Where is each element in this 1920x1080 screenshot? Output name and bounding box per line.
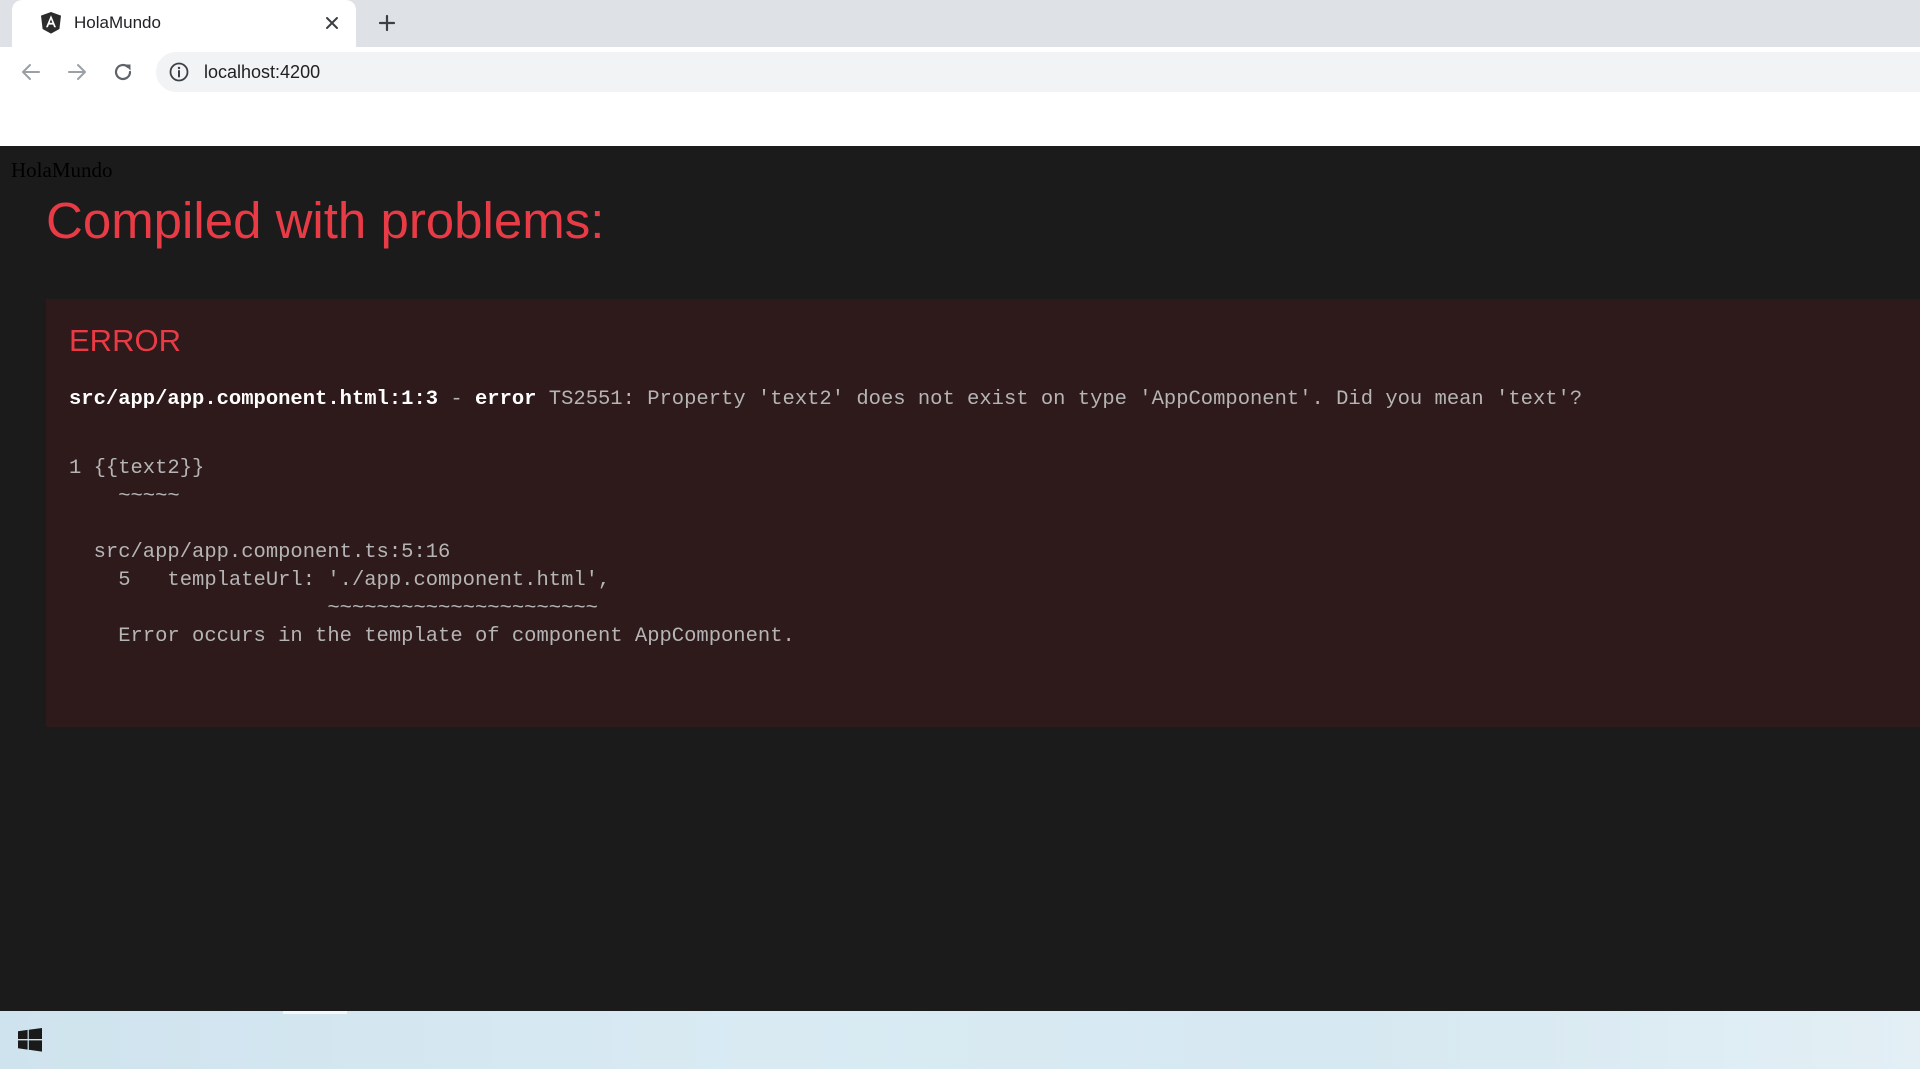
error-separator: - <box>438 388 475 411</box>
app-text: HolaMundo <box>11 158 113 182</box>
close-icon[interactable] <box>320 11 344 35</box>
info-icon[interactable] <box>168 61 190 83</box>
browser-tab[interactable]: HolaMundo <box>12 0 356 47</box>
error-message: src/app/app.component.html:1:3 - error T… <box>69 388 1582 412</box>
code-line: 1 {{text2}} <box>69 457 205 480</box>
error-box: ERROR src/app/app.component.html:1:3 - e… <box>46 299 1920 727</box>
overlay-title: Compiled with problems: <box>46 192 605 249</box>
chrome-spacer <box>0 97 1920 146</box>
error-file-location: src/app/app.component.html:1:3 <box>69 388 439 411</box>
code-line: 5 templateUrl: './app.component.html', <box>69 569 611 592</box>
error-overlay: HolaMundo Compiled with problems: ERROR … <box>0 146 1920 1011</box>
error-detail: TS2551: Property 'text2' does not exist … <box>536 388 1583 411</box>
tab-title: HolaMundo <box>74 13 161 32</box>
error-header: ERROR <box>69 323 181 358</box>
taskbar-divider <box>283 1011 347 1014</box>
tab-strip: HolaMundo <box>0 0 1920 47</box>
reload-icon[interactable] <box>108 57 138 87</box>
forward-arrow-icon[interactable] <box>62 57 92 87</box>
browser-toolbar: localhost:4200 <box>0 47 1920 97</box>
back-arrow-icon[interactable] <box>16 57 46 87</box>
code-line: Error occurs in the template of componen… <box>69 625 795 648</box>
error-level: error <box>474 388 537 411</box>
bottom-strip <box>0 1069 1920 1080</box>
address-bar[interactable]: localhost:4200 <box>156 52 1920 92</box>
code-squiggle: ~~~~~ <box>69 485 180 508</box>
url-text[interactable]: localhost:4200 <box>204 61 320 83</box>
new-tab-plus-icon[interactable] <box>373 9 401 37</box>
windows-start-icon[interactable] <box>16 1026 44 1054</box>
angular-logo-icon <box>39 11 63 35</box>
code-squiggle: ~~~~~~~~~~~~~~~~~~~~~~ <box>69 597 598 620</box>
code-line: src/app/app.component.ts:5:16 <box>69 541 451 564</box>
taskbar <box>0 1011 1920 1069</box>
